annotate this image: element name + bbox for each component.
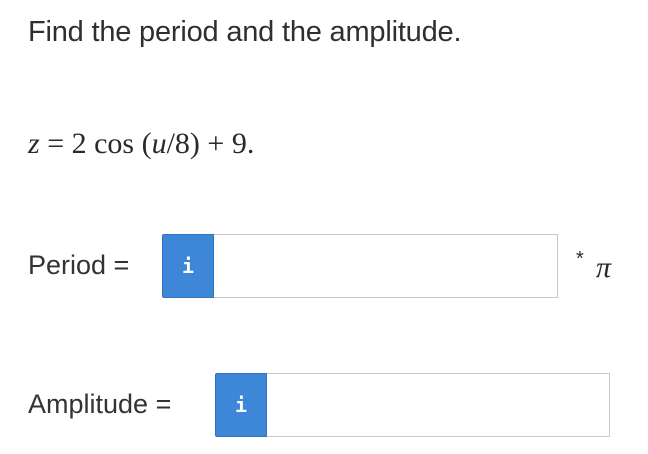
amplitude-row: Amplitude = i [28,373,618,437]
period-label: Period = [28,250,130,280]
equation-argument-variable: u [151,127,167,160]
multiply-symbol: * [576,248,584,270]
amplitude-label: Amplitude = [28,389,172,419]
equation-equals: = [39,127,72,160]
period-unit: * π [576,234,622,298]
amplitude-info-button[interactable]: i [215,373,267,437]
info-icon: i [234,393,248,417]
period-input[interactable] [214,234,558,298]
pi-symbol: π [596,251,612,284]
period-info-button[interactable]: i [162,234,214,298]
equation: z = 2 cos (u/8) + 9. [28,124,254,164]
equation-argument-rest: /8) + 9. [166,127,255,160]
equation-coefficient: 2 cos ( [71,127,152,160]
question-prompt: Find the period and the amplitude. [28,16,462,48]
info-icon: i [181,254,195,278]
period-row: Period = i * π [28,234,628,298]
amplitude-input[interactable] [267,373,610,437]
equation-lhs-variable: z [28,127,40,160]
